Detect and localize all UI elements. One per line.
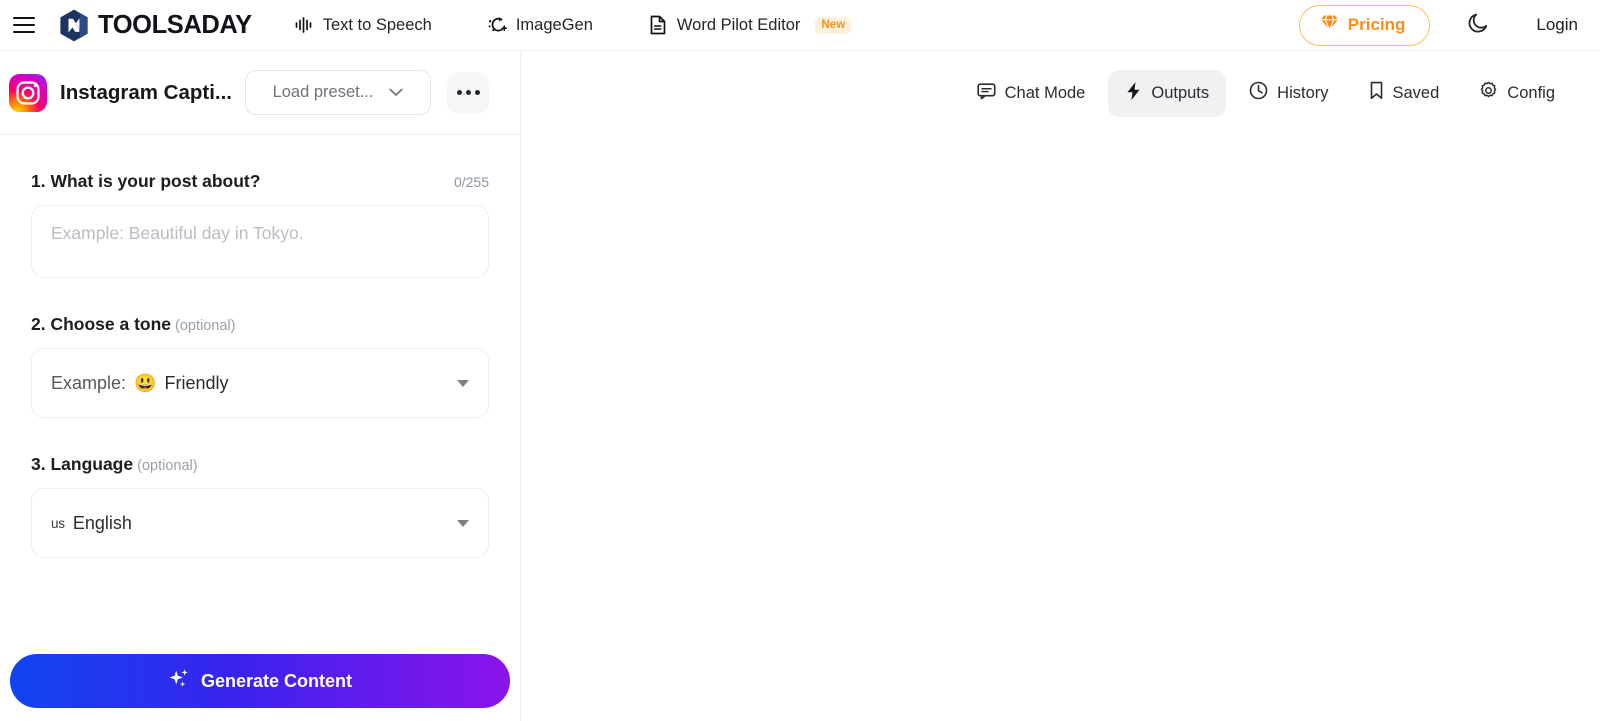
- nav-item-word-pilot-editor[interactable]: Word Pilot Editor New: [648, 9, 852, 41]
- load-preset-dropdown[interactable]: Load preset...: [245, 70, 432, 115]
- tab-chat-mode[interactable]: Chat Mode: [960, 71, 1103, 116]
- tool-sidebar: Instagram Capti... Load preset... 1. Wha…: [0, 51, 521, 721]
- theme-toggle-button[interactable]: [1458, 5, 1498, 45]
- generate-content-button[interactable]: Generate Content: [10, 654, 510, 708]
- dot: [474, 90, 480, 95]
- login-label: Login: [1536, 15, 1578, 34]
- nav-label: Text to Speech: [322, 15, 432, 34]
- diamond-icon: [1320, 14, 1339, 36]
- tone-select[interactable]: Example: 😃 Friendly: [31, 348, 489, 418]
- chevron-down-icon: [389, 83, 404, 102]
- language-select-value: us English: [51, 513, 132, 534]
- hamburger-menu-icon[interactable]: [13, 17, 35, 33]
- field-3-label-row: 3. Language (optional): [31, 454, 489, 475]
- flag-icon: us: [51, 515, 65, 531]
- toolsaday-logo-icon: [60, 9, 88, 41]
- tab-outputs[interactable]: Outputs: [1108, 69, 1227, 117]
- field-3-title: 3. Language: [31, 454, 134, 474]
- field-2-label-row: 2. Choose a tone (optional): [31, 314, 489, 335]
- dot: [465, 90, 471, 95]
- field-2-title: 2. Choose a tone: [31, 314, 172, 334]
- tab-label: Saved: [1392, 83, 1440, 102]
- sparkle-wand-icon: [487, 15, 507, 35]
- chevron-down-icon: [457, 379, 469, 387]
- tab-config[interactable]: Config: [1462, 70, 1572, 116]
- hamburger-line: [13, 17, 35, 19]
- tone-name: Friendly: [164, 372, 229, 393]
- dot: [456, 90, 462, 95]
- tone-select-value: Example: 😃 Friendly: [51, 373, 229, 394]
- language-select[interactable]: us English: [31, 488, 489, 558]
- field-1-label-row: 1. What is your post about? 0/255: [31, 171, 489, 192]
- tool-header: Instagram Capti... Load preset...: [0, 51, 520, 135]
- hamburger-line: [13, 31, 35, 33]
- field-3-optional: (optional): [137, 458, 198, 474]
- nav-item-text-to-speech[interactable]: Text to Speech: [294, 9, 432, 41]
- tone-prefix: Example:: [51, 372, 127, 393]
- page-body: Instagram Capti... Load preset... 1. Wha…: [0, 51, 1600, 721]
- nav-right-actions: Pricing Login: [1298, 4, 1600, 46]
- generate-button-container: Generate Content: [0, 654, 520, 721]
- nav-label: Word Pilot Editor: [676, 15, 801, 34]
- top-navigation-bar: TOOLSADAY Text to Speech ImageGen Word P…: [0, 0, 1600, 51]
- brand-logo[interactable]: TOOLSADAY: [59, 9, 252, 42]
- login-button[interactable]: Login: [1536, 15, 1578, 35]
- generate-label: Generate Content: [200, 670, 353, 691]
- clock-icon: [1249, 81, 1268, 105]
- sparkles-icon: [168, 668, 190, 695]
- load-preset-label: Load preset...: [272, 83, 374, 101]
- lightning-icon: [1125, 81, 1142, 106]
- tool-title: Instagram Capti...: [60, 80, 233, 104]
- post-topic-input[interactable]: Example: Beautiful day in Tokyo.: [31, 205, 489, 278]
- bookmark-icon: [1369, 81, 1384, 105]
- gear-icon: [1479, 81, 1498, 105]
- field-2-optional: (optional): [175, 318, 236, 334]
- output-content-area: [521, 135, 1600, 721]
- tab-label: Outputs: [1151, 83, 1210, 102]
- primary-nav-links: Text to Speech ImageGen Word Pilot Edito…: [294, 9, 907, 41]
- instagram-icon: [9, 73, 47, 112]
- moon-icon: [1466, 11, 1490, 40]
- hamburger-line: [13, 24, 35, 26]
- main-panel: Chat Mode Outputs History Saved Config: [521, 51, 1600, 721]
- tab-saved[interactable]: Saved: [1352, 70, 1457, 116]
- nav-badge-new: New: [815, 16, 852, 34]
- field-2-label: 2. Choose a tone (optional): [31, 314, 235, 335]
- nav-label: ImageGen: [515, 15, 593, 34]
- tone-emoji: 😃: [134, 372, 157, 393]
- tab-label: History: [1277, 83, 1329, 102]
- chevron-down-icon: [457, 519, 469, 527]
- nav-item-imagegen[interactable]: ImageGen: [487, 9, 593, 41]
- pricing-label: Pricing: [1347, 14, 1406, 34]
- more-options-button[interactable]: [447, 71, 490, 114]
- field-1-label: 1. What is your post about?: [31, 171, 261, 191]
- brand-name: TOOLSADAY: [98, 10, 252, 39]
- pricing-button[interactable]: Pricing: [1298, 4, 1431, 46]
- language-name: English: [72, 512, 132, 533]
- tab-label: Chat Mode: [1004, 83, 1086, 102]
- output-tabs: Chat Mode Outputs History Saved Config: [521, 51, 1600, 135]
- char-counter: 0/255: [453, 174, 489, 190]
- chat-bubble-icon: [977, 82, 996, 105]
- waveform-icon: [294, 15, 314, 35]
- document-icon: [648, 15, 668, 35]
- field-3-label: 3. Language (optional): [31, 454, 198, 475]
- tab-history[interactable]: History: [1232, 70, 1345, 116]
- tool-form: 1. What is your post about? 0/255 Exampl…: [0, 135, 520, 654]
- tab-label: Config: [1507, 83, 1555, 102]
